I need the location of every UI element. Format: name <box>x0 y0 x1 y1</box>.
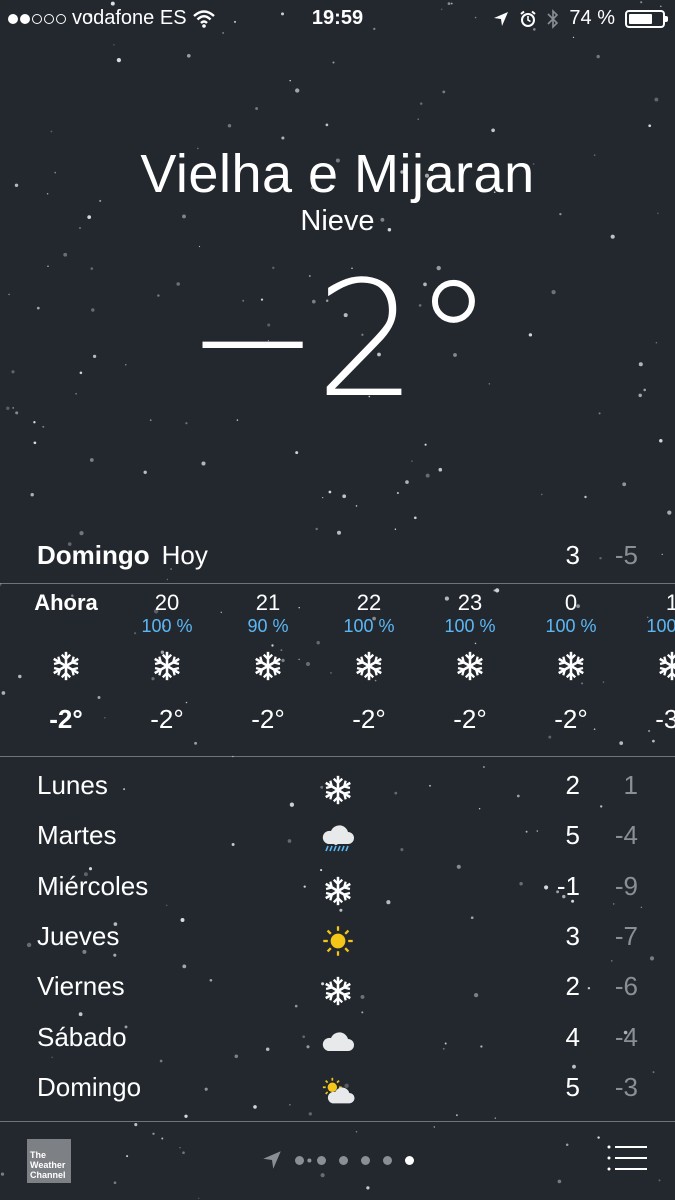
divider <box>0 583 675 584</box>
snow-icon <box>16 644 116 700</box>
hour-temperature: -3° <box>655 704 675 734</box>
hourly-item: 23 100 % -2° <box>420 590 520 735</box>
current-temperature: −2° <box>185 246 494 433</box>
day-low: -7 <box>614 920 638 951</box>
day-name: Domingo <box>37 1071 142 1102</box>
day-name: Miércoles <box>37 870 149 901</box>
day-name: Lunes <box>37 770 108 800</box>
divider <box>0 756 675 757</box>
precip-chance <box>16 616 116 644</box>
hourly-item: 20 100 % -2° <box>117 590 217 735</box>
page-dot[interactable] <box>339 1155 348 1165</box>
precip-chance: 100 % <box>444 616 496 636</box>
hourly-forecast-scroller[interactable]: Ahora -2° 20 100 % -2° 21 90 % -2° 22 100 % -2° 23 1… <box>0 590 675 750</box>
current-condition: Nieve <box>300 205 375 237</box>
snow-icon <box>318 971 358 1011</box>
snow-icon <box>117 644 217 700</box>
day-high: -1 <box>556 870 580 901</box>
hour-temperature: -2° <box>150 704 184 734</box>
snow-icon <box>319 644 419 700</box>
battery-icon <box>625 9 668 28</box>
snow-icon <box>318 770 358 810</box>
day-high: 4 <box>565 1021 580 1052</box>
page-indicator[interactable] <box>262 1150 414 1170</box>
page-dot[interactable] <box>295 1155 304 1165</box>
day-low: -6 <box>614 971 638 1002</box>
today-label: Hoy <box>161 540 208 570</box>
precip-chance: 100 % <box>343 616 395 636</box>
hourly-item: 21 90 % -2° <box>218 590 318 735</box>
daily-row: Viernes 2 -6 <box>0 971 675 1021</box>
day-name: Sábado <box>37 1021 127 1052</box>
bluetooth-icon <box>547 8 559 29</box>
city-list-icon[interactable] <box>607 1144 647 1172</box>
day-high: 5 <box>565 1071 580 1102</box>
today-summary-row: Domingo Hoy 3 -5 <box>37 540 638 580</box>
day-high: 2 <box>565 770 580 800</box>
status-right: 74 % <box>493 7 668 30</box>
page-dot[interactable] <box>383 1155 392 1165</box>
day-high: 2 <box>565 971 580 1002</box>
page-dot[interactable] <box>317 1155 326 1165</box>
page-dot[interactable] <box>405 1155 414 1165</box>
daily-row: Domingo 5 -3 <box>0 1072 675 1122</box>
hour-temperature: -2° <box>554 704 588 734</box>
daily-row: Sábado 4 -4 <box>0 1022 675 1072</box>
today-low: -5 <box>614 540 638 570</box>
daily-row: Martes 5 -4 <box>0 820 675 870</box>
precip-chance: 100 % <box>646 616 675 636</box>
hourly-item: Ahora -2° <box>16 590 116 735</box>
today-day-name: Domingo <box>37 540 150 570</box>
day-low: -4 <box>614 1021 638 1052</box>
day-high: 5 <box>565 820 580 851</box>
snow-icon <box>420 644 520 700</box>
day-name: Viernes <box>37 971 125 1002</box>
snow-icon <box>318 871 358 911</box>
hour-temperature: -2° <box>352 704 386 734</box>
snow-icon <box>218 644 318 700</box>
daily-row: Miércoles -1 -9 <box>0 871 675 921</box>
day-low: -9 <box>614 870 638 901</box>
precip-chance: 90 % <box>247 616 289 636</box>
day-low: -3 <box>614 1071 638 1102</box>
hourly-item: 1100 %-3° <box>622 590 675 735</box>
snow-icon <box>622 644 675 700</box>
day-high: 3 <box>565 920 580 951</box>
battery-percentage: 74 % <box>569 7 615 29</box>
today-high: 3 <box>565 540 580 570</box>
location-arrow-icon <box>494 11 509 26</box>
day-name: Martes <box>37 820 117 851</box>
sun-icon <box>318 921 358 961</box>
location-arrow-icon <box>263 1151 281 1169</box>
cloud-icon <box>318 1022 358 1062</box>
hour-temperature: -2° <box>49 704 83 734</box>
hour-temperature: -2° <box>453 704 487 734</box>
precip-chance: 100 % <box>545 616 597 636</box>
hourly-item: 0 100 % -2° <box>521 590 621 735</box>
daily-row: Jueves 3 -7 <box>0 921 675 971</box>
bottom-toolbar: The Weather Channel <box>0 1122 675 1200</box>
alarm-clock-icon <box>520 10 537 27</box>
daily-row: Lunes 2 1 <box>0 770 675 820</box>
partly-cloudy-icon <box>318 1072 358 1112</box>
day-name: Jueves <box>37 920 120 951</box>
snow-icon <box>521 644 621 700</box>
rain-cloud-icon <box>318 820 358 860</box>
status-bar: vodafone ES 19:59 74 % <box>0 0 675 38</box>
city-name: Vielha e Mijaran <box>140 144 535 204</box>
hour-temperature: -2° <box>251 704 285 734</box>
precip-chance: 100 % <box>141 616 193 636</box>
page-dot[interactable] <box>361 1155 370 1165</box>
day-low: -4 <box>614 820 638 851</box>
weather-channel-logo[interactable]: The Weather Channel <box>27 1139 71 1183</box>
hourly-item: 22 100 % -2° <box>319 590 419 735</box>
day-low: 1 <box>623 770 638 800</box>
